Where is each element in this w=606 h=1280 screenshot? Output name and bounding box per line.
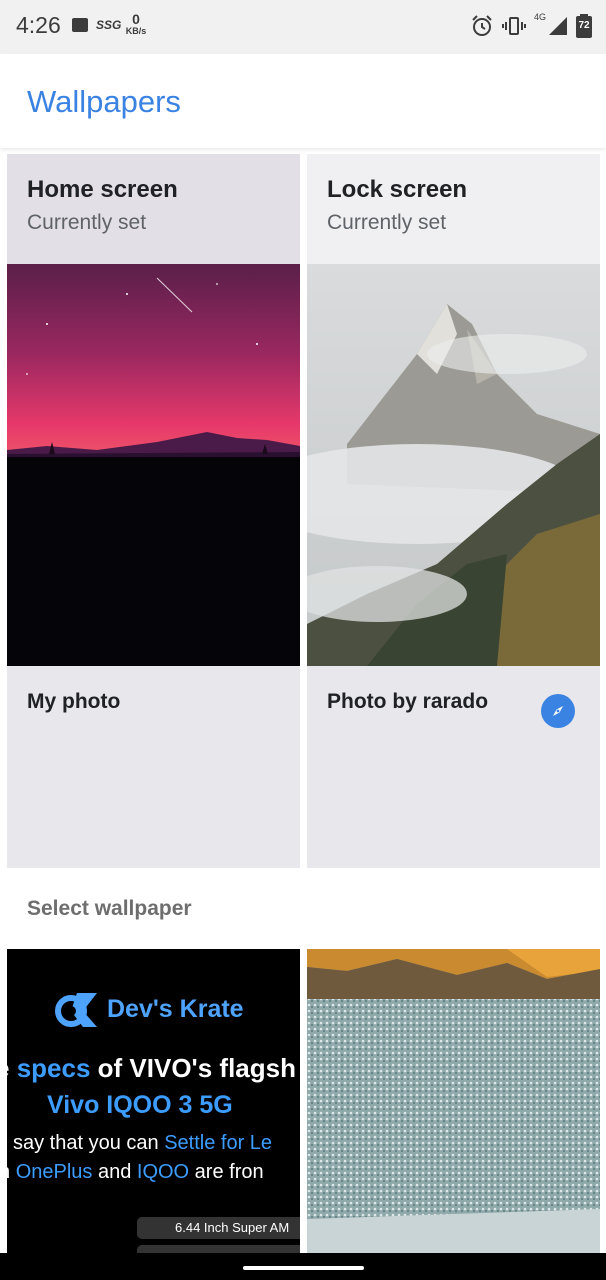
explore-button[interactable] (541, 694, 575, 728)
spec-label-2 (137, 1245, 300, 1253)
lock-card-subtitle: Currently set (327, 211, 447, 234)
status-bar: 4:26 SSG 0 KB/s 4G 72 (0, 0, 606, 54)
net-speed: 0 KB/s (122, 12, 150, 36)
home-wallpaper-preview[interactable] (7, 264, 300, 666)
lock-wallpaper-attribution: Photo by rarado (327, 690, 489, 713)
lock-card-footer: Photo by rarado (307, 666, 600, 868)
headline-line-2: Vivo IQOO 3 5G (47, 1091, 233, 1119)
home-gesture-handle[interactable] (243, 1266, 364, 1270)
spec-label: 6.44 Inch Super AM (137, 1217, 300, 1239)
home-screen-card[interactable]: Home screen Currently set My photo (7, 154, 300, 868)
net-speed-value: 0 (132, 11, 140, 27)
alarm-icon (472, 15, 492, 36)
home-card-footer: My photo (7, 666, 300, 868)
navigation-bar (0, 1253, 606, 1280)
lock-wallpaper-preview[interactable] (307, 264, 600, 666)
carrier-badge: SSG (96, 18, 122, 32)
wallpaper-thumbnail[interactable] (307, 949, 600, 1253)
explore-icon (553, 706, 563, 716)
home-card-title: Home screen (27, 176, 178, 203)
page-title: Wallpapers (27, 84, 181, 119)
image-icon (72, 18, 88, 32)
status-icons: 4G 72 (470, 12, 592, 40)
signal-icon (549, 17, 567, 35)
app-bar: Wallpapers (0, 54, 606, 148)
lock-card-header: Lock screen Currently set (307, 154, 600, 264)
battery-icon: 72 (576, 14, 592, 38)
home-wallpaper-attribution: My photo (27, 690, 121, 713)
logo-icon (55, 993, 97, 1027)
home-card-subtitle: Currently set (27, 211, 147, 234)
select-wallpaper-heading: Select wallpaper (27, 897, 192, 920)
headline-line-4: n OnePlus and IQOO are fron (7, 1161, 264, 1183)
battery-level: 72 (578, 20, 590, 31)
devs-krate-logo: Dev's Krate (53, 989, 244, 1029)
home-card-header: Home screen Currently set (7, 154, 300, 264)
headline-line-3: say that you can Settle for Le (13, 1132, 273, 1154)
network-type: 4G (533, 12, 546, 22)
wallpaper-thumbnail[interactable]: Dev's Krate e specs of VIVO's flagsh Viv… (7, 949, 300, 1253)
headline-line-1: e specs of VIVO's flagsh (7, 1053, 296, 1083)
lock-screen-card[interactable]: Lock screen Currently set Photo by rarad… (307, 154, 600, 868)
logo-text: Dev's Krate (107, 994, 244, 1023)
lock-card-title: Lock screen (327, 176, 468, 203)
vibrate-icon (501, 17, 526, 35)
net-speed-unit: KB/s (125, 26, 147, 36)
status-time: 4:26 (16, 12, 61, 38)
